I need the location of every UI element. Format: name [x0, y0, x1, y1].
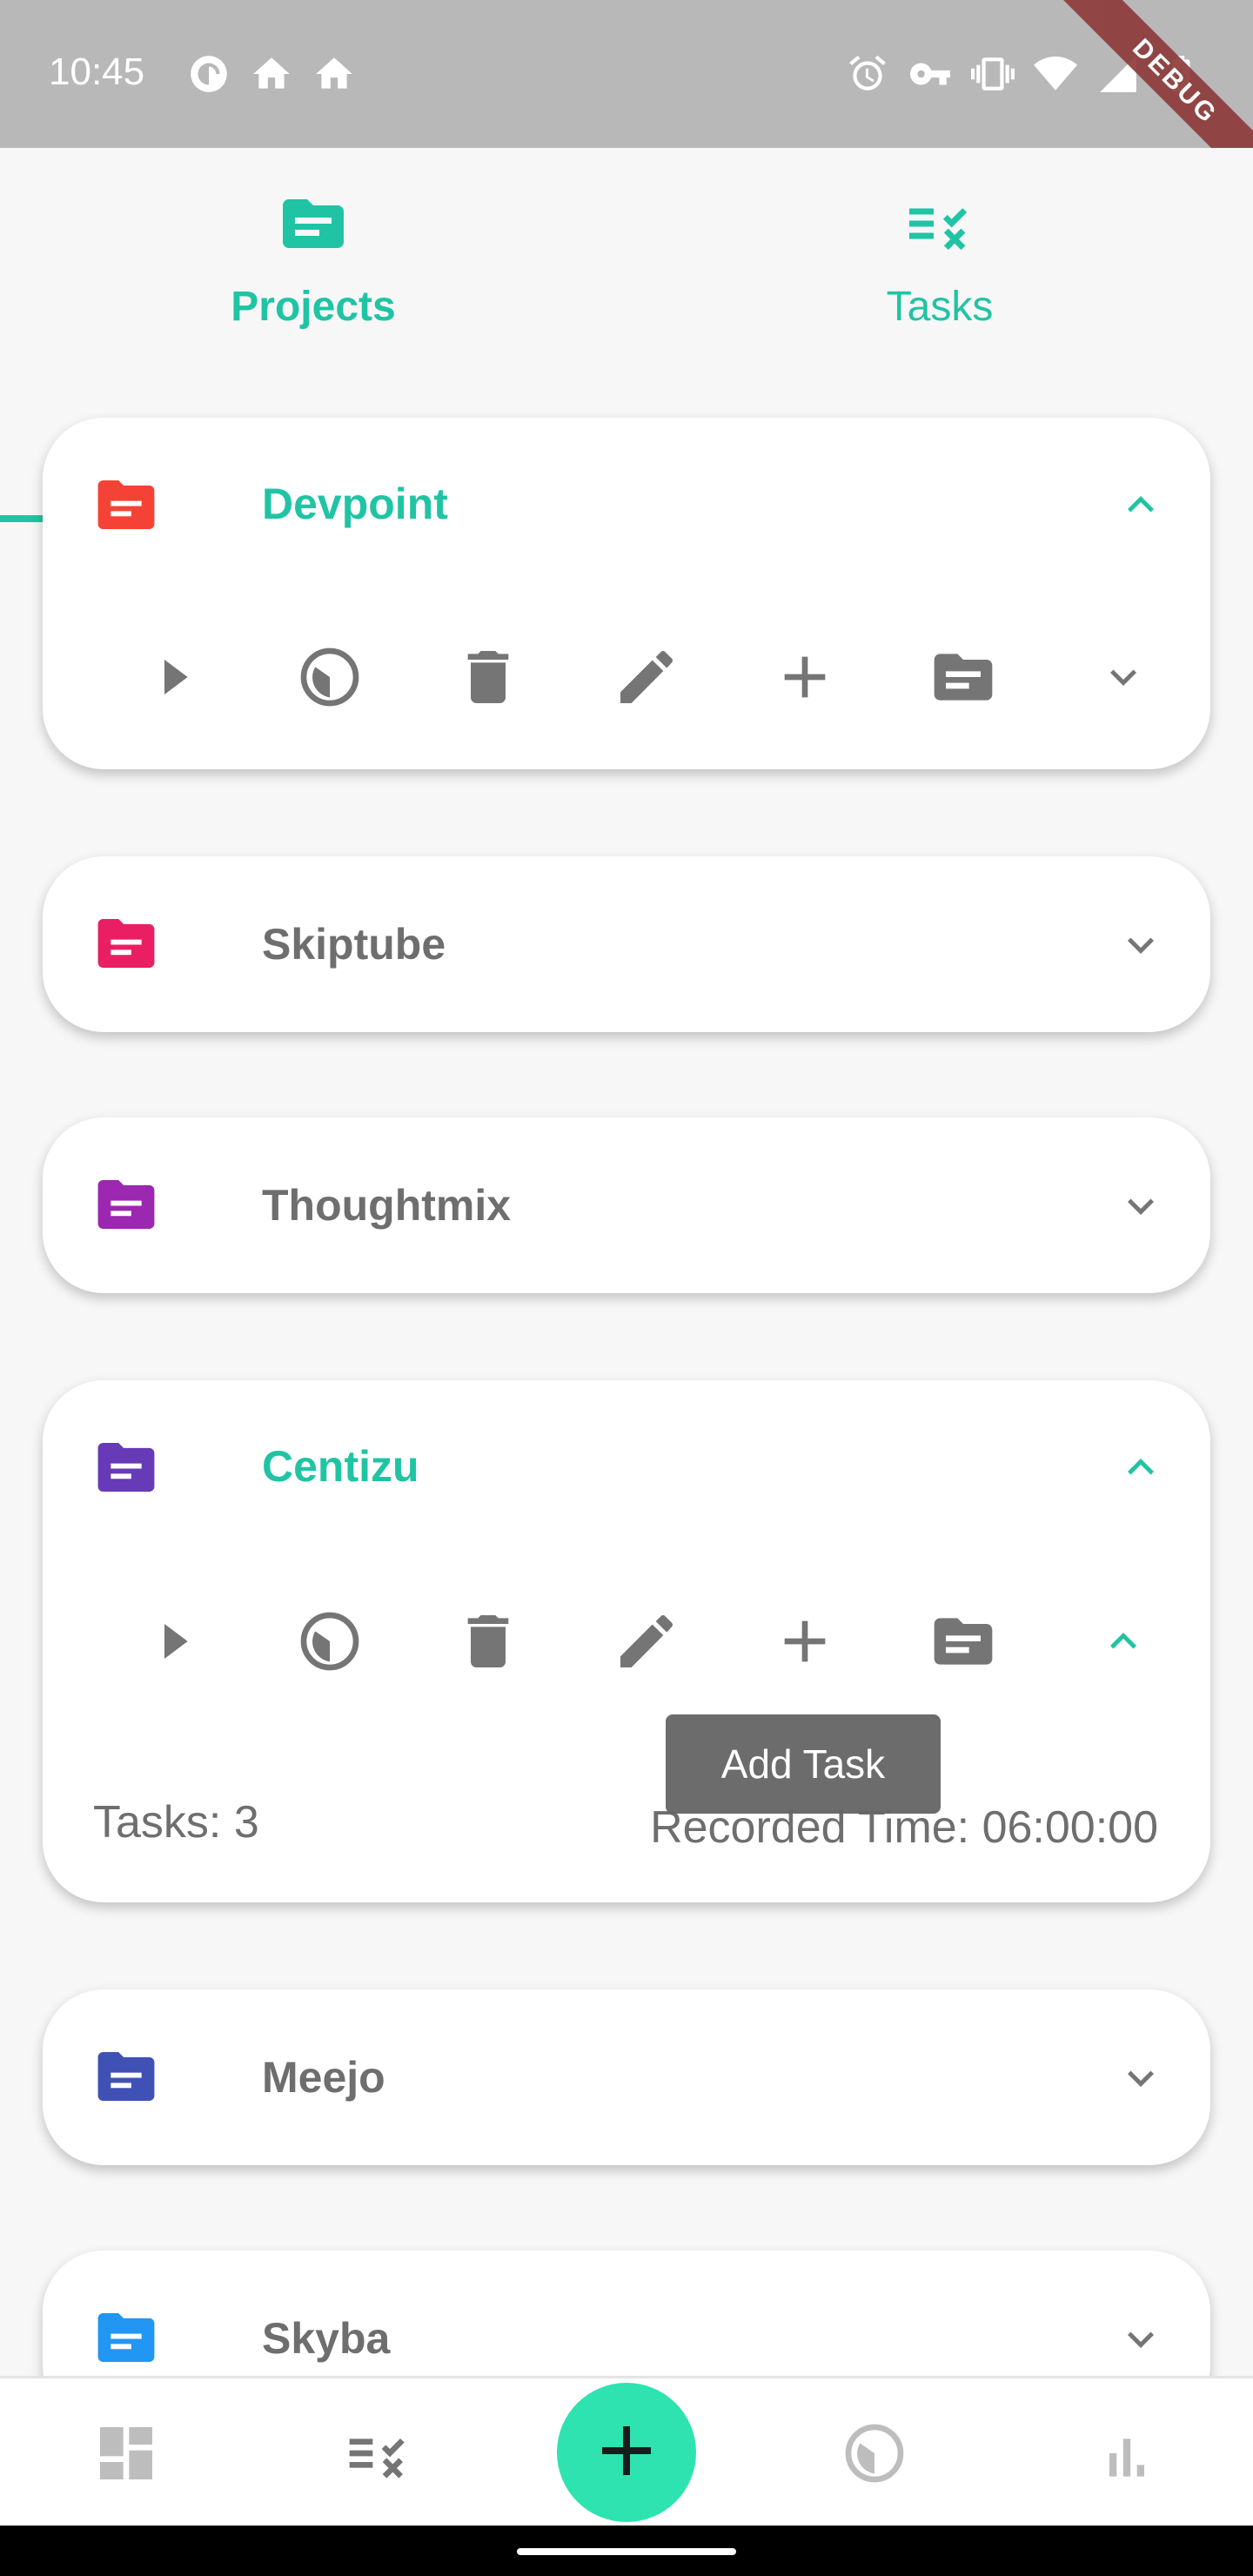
- chevron-down-icon[interactable]: [1097, 642, 1149, 712]
- status-time: 10:45: [49, 50, 145, 93]
- chevron-up-icon[interactable]: [1115, 1441, 1167, 1493]
- project-actions: [43, 1607, 1210, 1685]
- folder-icon: [95, 480, 157, 529]
- project-card-thoughtmix[interactable]: Thoughtmix: [43, 1117, 1210, 1293]
- project-name: Thoughtmix: [262, 1181, 512, 1230]
- timer-icon[interactable]: [295, 1607, 365, 1676]
- alarm-icon: [846, 52, 889, 100]
- project-name: Devpoint: [262, 480, 448, 528]
- stats-icon[interactable]: [1092, 2418, 1162, 2488]
- folder-icon: [95, 2313, 157, 2362]
- play-icon[interactable]: [138, 642, 208, 712]
- top-tabs: Projects Tasks: [0, 148, 1253, 522]
- project-name: Centizu: [262, 1442, 419, 1491]
- edit-icon[interactable]: [612, 1607, 681, 1676]
- chevron-down-icon[interactable]: [1115, 1180, 1167, 1232]
- delete-icon[interactable]: [453, 642, 523, 712]
- timer-icon[interactable]: [840, 2418, 909, 2488]
- gesture-handle[interactable]: [517, 2548, 736, 2555]
- timer-icon[interactable]: [295, 642, 365, 712]
- project-name: Skyba: [262, 2314, 391, 2363]
- tab-tasks-label: Tasks: [886, 284, 994, 330]
- project-card-devpoint[interactable]: Devpoint: [43, 418, 1210, 769]
- chevron-down-icon[interactable]: [1115, 2313, 1167, 2365]
- chevron-down-icon[interactable]: [1115, 2052, 1167, 2104]
- chevron-up-icon[interactable]: [1097, 1607, 1149, 1676]
- folder-icon: [95, 1443, 157, 1492]
- project-card-meejo[interactable]: Meejo: [43, 1989, 1210, 2165]
- project-card-centizu[interactable]: Centizu Tasks: 3 Recorded Time: 06:00:00: [43, 1380, 1210, 1902]
- tab-projects[interactable]: Projects: [0, 148, 626, 376]
- add-task-button[interactable]: [770, 1607, 840, 1676]
- tab-tasks[interactable]: Tasks: [626, 148, 1253, 376]
- chevron-down-icon[interactable]: [1115, 919, 1167, 971]
- tasks-count: Tasks: 3: [93, 1797, 259, 1848]
- folder-icon: [95, 2052, 157, 2101]
- project-name: Meejo: [262, 2053, 385, 2102]
- play-icon[interactable]: [138, 1607, 208, 1676]
- chevron-up-icon[interactable]: [1115, 479, 1167, 531]
- edit-icon[interactable]: [612, 642, 681, 712]
- add-icon: [585, 2409, 668, 2497]
- project-actions: [43, 642, 1210, 721]
- tooltip-add-task: Add Task: [666, 1714, 941, 1814]
- status-bar: 10:45: [0, 0, 1253, 148]
- dashboard-icon[interactable]: [91, 2418, 161, 2488]
- home-icon: [250, 52, 293, 100]
- project-name: Skiptube: [262, 920, 446, 969]
- vpn-key-icon: [908, 52, 952, 100]
- folder-icon[interactable]: [928, 1607, 998, 1676]
- add-fab-button[interactable]: [557, 2383, 696, 2522]
- tab-projects-label: Projects: [231, 284, 396, 330]
- home-icon: [312, 52, 356, 100]
- wifi-icon: [1034, 52, 1077, 100]
- folder-icon[interactable]: [928, 642, 998, 712]
- checklist-icon[interactable]: [344, 2418, 413, 2488]
- delete-icon[interactable]: [453, 1607, 523, 1676]
- pocket-casts-icon: [187, 52, 231, 100]
- folder-icon: [95, 1180, 157, 1229]
- folder-icon: [95, 919, 157, 968]
- project-card-skiptube[interactable]: Skiptube: [43, 856, 1210, 1032]
- add-icon[interactable]: [770, 642, 840, 712]
- vibrate-icon: [971, 52, 1015, 100]
